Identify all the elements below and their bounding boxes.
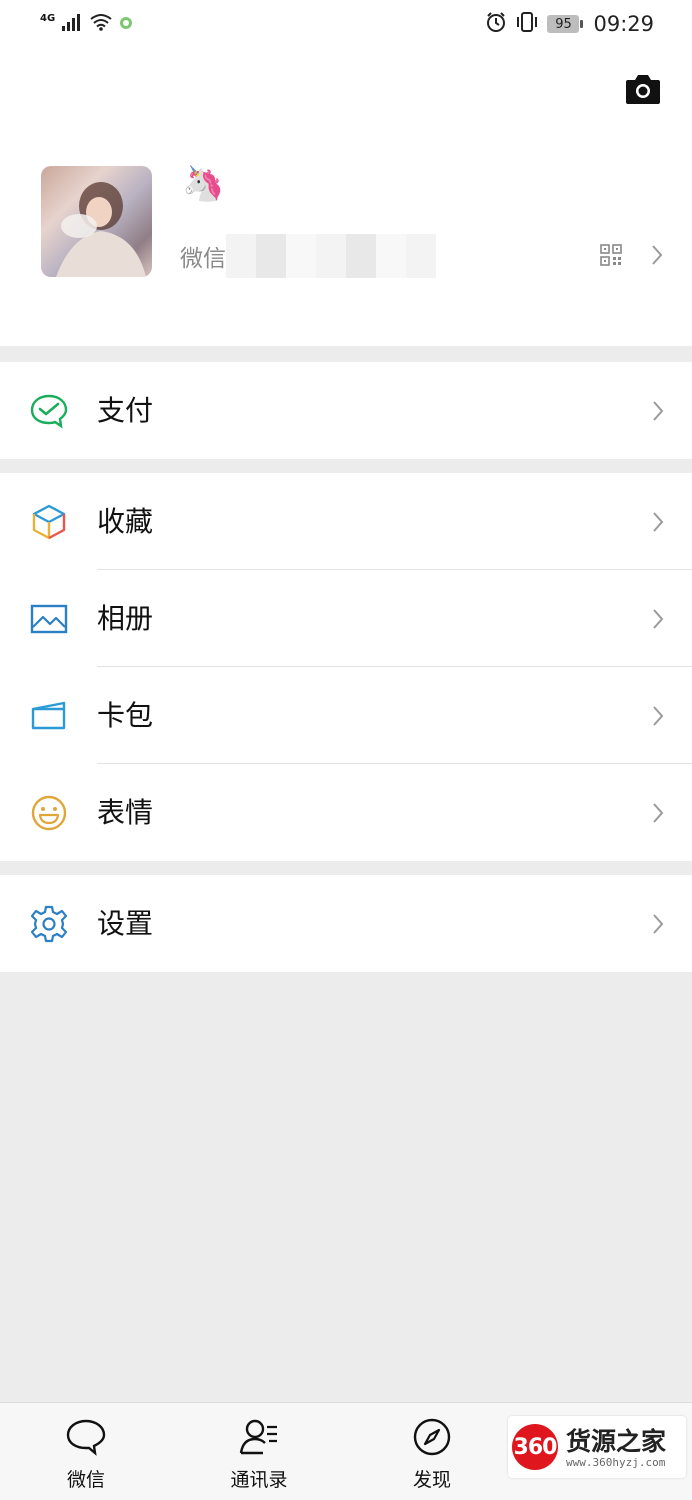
chevron-right-icon <box>652 608 664 630</box>
wifi-icon <box>89 13 113 35</box>
tab-discover[interactable]: 发现 <box>372 1403 492 1500</box>
settings-gear-icon <box>30 905 68 943</box>
chevron-right-icon <box>652 802 664 824</box>
pay-icon <box>30 392 68 430</box>
wechat-id-row: 微信 <box>180 234 436 278</box>
menu-item-favorites[interactable]: 收藏 <box>0 473 692 570</box>
vibrate-icon <box>515 11 539 37</box>
sticker-smile-icon <box>30 794 68 832</box>
avatar[interactable] <box>41 166 152 277</box>
menu-item-album[interactable]: 相册 <box>0 570 692 667</box>
menu-label-album: 相册 <box>97 602 154 635</box>
tab-contacts[interactable]: 通讯录 <box>199 1403 319 1500</box>
qr-code-button[interactable] <box>600 244 622 266</box>
signal-icon <box>61 13 83 35</box>
menu-item-pay[interactable]: 支付 <box>0 362 692 459</box>
status-bar: 4G 95 09:29 <box>0 0 692 48</box>
watermark-badge: 360 <box>512 1424 558 1470</box>
avatar-photo <box>56 182 146 277</box>
menu-label-favorites: 收藏 <box>97 505 154 538</box>
menu-label-stickers: 表情 <box>97 796 154 829</box>
chevron-right-icon <box>652 400 664 422</box>
clock: 09:29 <box>593 12 654 36</box>
chevron-right-icon <box>652 705 664 727</box>
settings-group: 设置 <box>0 875 692 972</box>
nickname: 🦄 <box>182 164 225 204</box>
favorites-icon <box>30 503 68 541</box>
wechat-id-label: 微信 <box>180 246 226 272</box>
chevron-right-icon <box>652 913 664 935</box>
menu-item-settings[interactable]: 设置 <box>0 875 692 972</box>
album-icon <box>30 600 68 638</box>
pay-group: 支付 <box>0 362 692 459</box>
watermark-url: www.360hyzj.com <box>566 1456 666 1469</box>
chevron-right-icon <box>651 244 663 266</box>
menu-label-pay: 支付 <box>97 394 154 427</box>
tab-chats[interactable]: 微信 <box>26 1403 146 1500</box>
card-wallet-icon <box>30 697 68 735</box>
tab-label-chats: 微信 <box>66 1469 105 1491</box>
site-watermark: 360 货源之家 www.360hyzj.com <box>508 1416 686 1478</box>
tab-label-discover: 发现 <box>412 1469 451 1491</box>
status-left: 4G <box>40 10 133 38</box>
main-menu-group: 收藏 相册 卡包 表情 <box>0 473 692 861</box>
menu-label-cards: 卡包 <box>97 699 154 732</box>
status-right: 95 09:29 <box>485 10 654 38</box>
contacts-icon <box>239 1419 277 1455</box>
app-notification-icon <box>119 15 133 34</box>
compass-icon <box>413 1418 451 1456</box>
chat-bubble-icon <box>66 1419 106 1456</box>
watermark-title: 货源之家 <box>566 1427 667 1456</box>
battery-indicator: 95 <box>547 15 584 33</box>
menu-item-cards[interactable]: 卡包 <box>0 667 692 764</box>
redacted-wechat-id <box>226 234 436 278</box>
qr-code-icon <box>600 244 622 266</box>
profile-header[interactable]: 🦄 微信 <box>0 48 692 346</box>
camera-icon <box>626 75 660 104</box>
menu-item-stickers[interactable]: 表情 <box>0 764 692 861</box>
menu-label-settings: 设置 <box>97 907 154 940</box>
network-type: 4G <box>40 12 56 24</box>
camera-button[interactable] <box>624 72 662 106</box>
tab-label-contacts: 通讯录 <box>230 1469 288 1491</box>
chevron-right-icon <box>652 511 664 533</box>
alarm-icon <box>485 11 507 37</box>
